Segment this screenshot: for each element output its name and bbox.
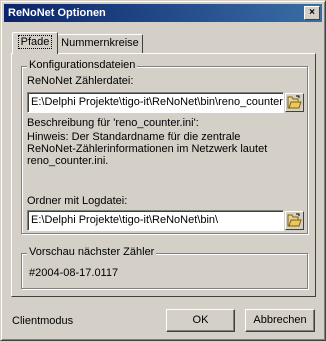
counter-file-value: E:\Delphi Projekte\tigo-it\ReNoNet\bin\r… [31,96,284,108]
tab-pfade-label: Pfade [17,35,53,49]
tab-pfade[interactable]: Pfade [12,32,58,54]
config-group-caption: Konfigurationsdateien [27,59,138,72]
browse-log-folder-button[interactable] [285,211,304,230]
title-bar[interactable]: ReNoNet Optionen × [4,4,322,22]
log-folder-input[interactable]: E:\Delphi Projekte\tigo-it\ReNoNet\bin\ [27,210,284,231]
cancel-button[interactable]: Abbrechen [245,309,315,332]
description-label: Beschreibung für 'reno_counter.ini': [27,117,199,129]
log-folder-label: Ordner mit Logdatei: [27,195,128,207]
ok-button[interactable]: OK [166,309,235,332]
preview-group-caption: Vorschau nächster Zähler [27,246,157,259]
description-line-3: reno_counter.ini. [27,155,109,167]
folder-open-icon [287,95,302,109]
ok-button-label: OK [192,314,209,326]
tab-nummernkreise-label: Nummernkreise [61,37,139,49]
folder-open-icon [287,213,302,227]
counter-file-label: ReNoNet Zählerdatei: [27,75,133,88]
browse-counter-file-button[interactable] [285,93,304,112]
window-title: ReNoNet Optionen [8,7,106,19]
preview-value: #2004-08-17.0117 [29,267,119,279]
cancel-button-label: Abbrechen [253,314,307,326]
tab-panel-pfade: Konfigurationsdateien ReNoNet Zählerdate… [11,53,316,297]
tab-nummernkreise[interactable]: Nummernkreise [57,34,143,53]
dialog-window: ReNoNet Optionen × Pfade Nummernkreise K… [0,0,326,341]
close-button[interactable]: × [304,6,320,20]
counter-file-label-text: ReNoNet Zählerdatei: [27,75,134,87]
counter-file-input[interactable]: E:\Delphi Projekte\tigo-it\ReNoNet\bin\r… [27,92,284,113]
log-folder-value: E:\Delphi Projekte\tigo-it\ReNoNet\bin\ [31,214,219,226]
client-mode-label: Clientmodus [12,315,74,327]
close-icon: × [309,7,315,18]
